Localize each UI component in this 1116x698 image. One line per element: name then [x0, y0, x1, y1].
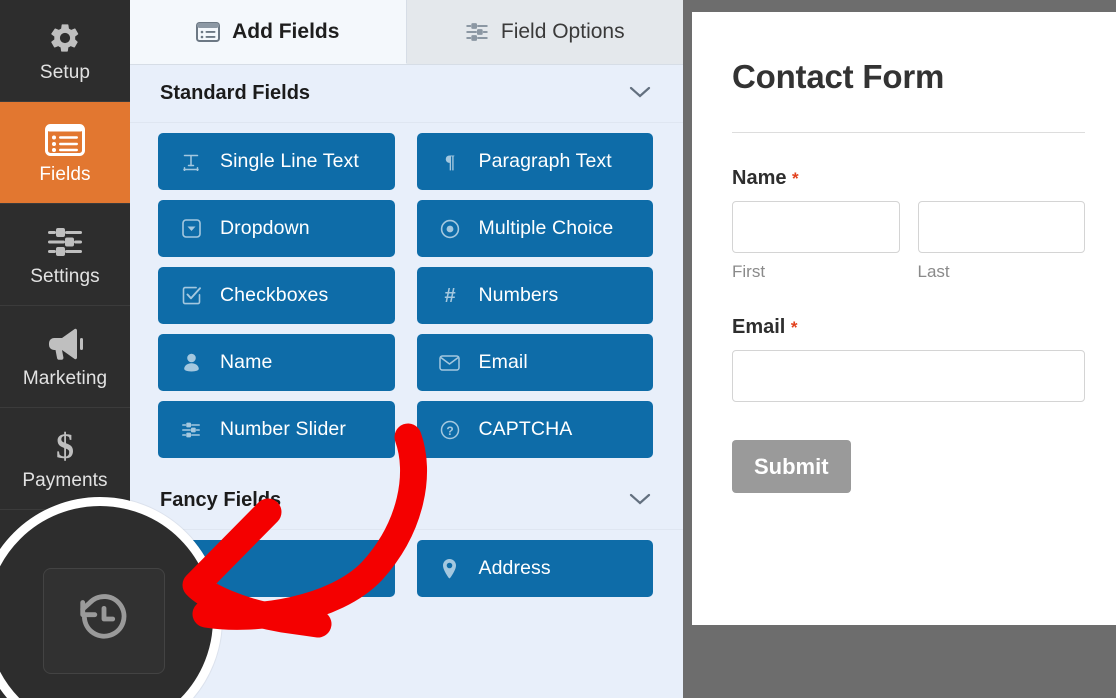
section-title: Fancy Fields: [160, 489, 282, 511]
megaphone-icon: [45, 324, 85, 364]
text-cursor-icon: [180, 153, 202, 171]
page-title: Contact Form: [732, 58, 945, 95]
list-form-icon: [45, 120, 85, 160]
field-label-text: Name: [732, 167, 787, 189]
sliders-icon: [46, 222, 84, 262]
submit-button[interactable]: Submit: [732, 440, 851, 493]
last-name-input[interactable]: [917, 201, 1085, 253]
revisions-button-magnified[interactable]: [43, 568, 165, 674]
dollar-icon: $: [52, 426, 78, 466]
sidebar-item-settings[interactable]: Settings: [0, 204, 130, 306]
chevron-down-icon[interactable]: [629, 82, 651, 105]
hash-icon: #: [439, 286, 461, 306]
section-title: Standard Fields: [160, 82, 311, 104]
sidebar-item-label: Fields: [39, 163, 91, 185]
field-button-checkboxes[interactable]: Checkboxes: [158, 267, 395, 324]
field-button-label: Address: [478, 557, 551, 579]
field-button-multiple-choice[interactable]: Multiple Choice: [416, 200, 653, 257]
form-preview-area: Contact Form Name * First Last Email * S…: [683, 0, 1116, 698]
field-label: Email *: [732, 316, 1085, 339]
first-name-input[interactable]: [732, 201, 900, 253]
email-input[interactable]: [732, 350, 1085, 402]
tab-label: Field Options: [500, 19, 625, 43]
revisions-history-icon: [75, 590, 133, 653]
preview-field-email: Email *: [732, 316, 1085, 402]
sidebar-item-payments[interactable]: $ Payments: [0, 408, 130, 510]
field-button-dropdown[interactable]: Dropdown: [158, 200, 395, 257]
form-fields-icon: [196, 21, 221, 42]
svg-text:$: $: [56, 428, 74, 464]
question-circle-icon: ?: [439, 420, 461, 440]
user-icon: [180, 353, 202, 372]
envelope-icon: [439, 354, 461, 371]
form-preview-paper: Contact Form Name * First Last Email * S…: [692, 12, 1116, 625]
field-button-label: Email: [478, 351, 528, 373]
section-header-standard-fields[interactable]: Standard Fields: [130, 65, 683, 123]
sidebar-item-label: Payments: [22, 469, 108, 491]
field-button-label: Checkboxes: [220, 284, 329, 306]
field-button-name[interactable]: Name: [158, 334, 395, 391]
required-marker: *: [792, 169, 799, 188]
field-button-captcha[interactable]: ? CAPTCHA: [416, 401, 653, 458]
tab-field-options[interactable]: Field Options: [406, 0, 683, 64]
form-builder-screen: Setup Fields Settings Marketing $ Paymen…: [0, 0, 1116, 698]
first-name-sublabel: First: [732, 262, 766, 281]
map-pin-icon: [439, 558, 461, 579]
field-button-label: CAPTCHA: [478, 418, 573, 440]
tab-label: Add Fields: [232, 19, 340, 43]
field-button-number-slider[interactable]: Number Slider: [158, 401, 395, 458]
standard-fields-grid: Single Line Text ¶ Paragraph Text Dropdo…: [130, 123, 683, 458]
field-label: Name *: [732, 167, 1085, 190]
sidebar-item-marketing[interactable]: Marketing: [0, 306, 130, 408]
field-button-numbers[interactable]: # Numbers: [416, 267, 653, 324]
svg-text:?: ?: [446, 423, 453, 437]
sliders-icon: [180, 421, 202, 439]
panel-tabs: Add Fields Field Options: [130, 0, 683, 65]
title-divider: [732, 132, 1085, 133]
field-button-label: Paragraph Text: [478, 150, 612, 172]
tab-add-fields[interactable]: Add Fields: [130, 0, 407, 64]
field-button-label: Dropdown: [220, 217, 310, 239]
field-button-address[interactable]: Address: [416, 540, 653, 597]
sidebar-item-fields[interactable]: Fields: [0, 102, 130, 204]
field-button-label: Numbers: [478, 284, 559, 306]
sidebar-item-label: Marketing: [22, 367, 108, 389]
preview-field-name: Name * First Last: [732, 167, 1085, 282]
sidebar-item-label: Settings: [30, 265, 100, 287]
svg-text:#: #: [444, 286, 455, 306]
last-name-sublabel: Last: [917, 262, 950, 281]
field-button-email[interactable]: Email: [416, 334, 653, 391]
field-button-label: Number Slider: [220, 418, 346, 440]
chevron-down-icon[interactable]: [629, 489, 651, 512]
pilcrow-icon: ¶: [439, 152, 461, 171]
field-button-label: Multiple Choice: [478, 217, 614, 239]
field-button-single-line-text[interactable]: Single Line Text: [158, 133, 395, 190]
gear-icon: [48, 18, 82, 58]
caret-square-down-icon: [180, 219, 202, 238]
sliders-icon: [465, 21, 489, 43]
field-button-label: Name: [220, 351, 273, 373]
required-marker: *: [790, 318, 798, 337]
svg-text:¶: ¶: [444, 152, 454, 171]
field-button-label: Single Line Text: [220, 150, 359, 172]
sidebar-item-setup[interactable]: Setup: [0, 0, 130, 102]
field-button-paragraph-text[interactable]: ¶ Paragraph Text: [416, 133, 653, 190]
radio-button-icon: [439, 219, 461, 239]
checkbox-icon: [180, 286, 202, 305]
section-header-fancy-fields[interactable]: Fancy Fields: [130, 472, 683, 530]
sidebar-item-label: Setup: [39, 61, 91, 83]
field-label-text: Email: [732, 316, 786, 338]
